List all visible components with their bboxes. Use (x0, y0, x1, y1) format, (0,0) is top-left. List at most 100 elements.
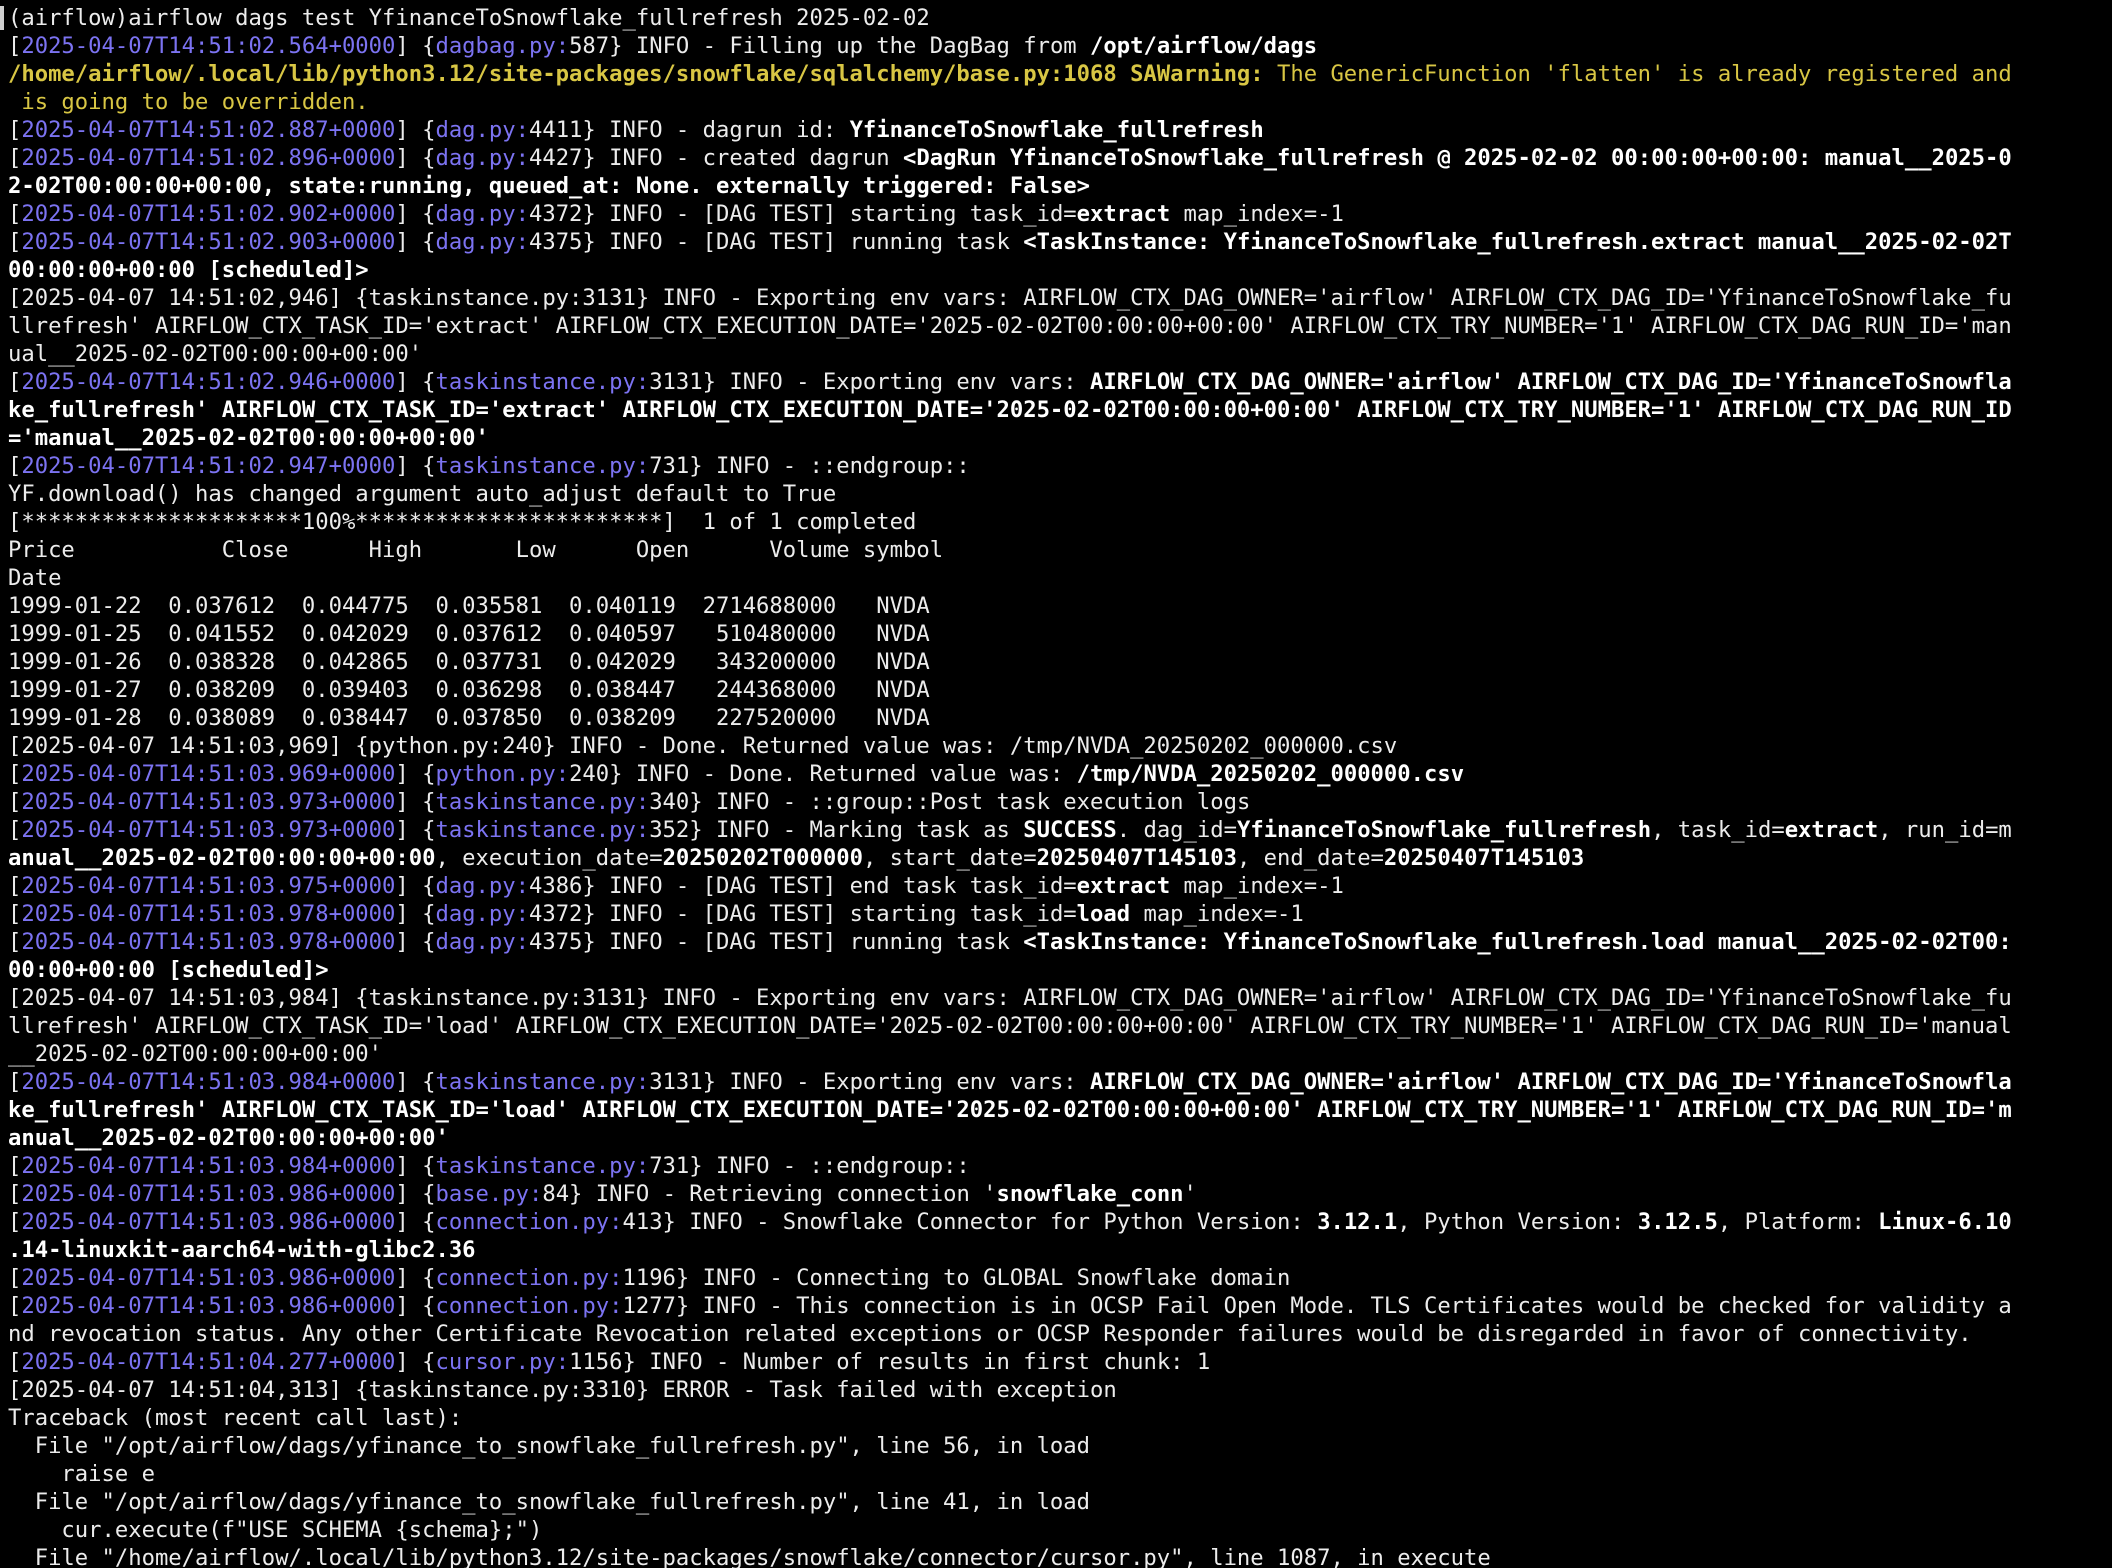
terminal-line: [2025-04-07T14:51:02.903+0000] {dag.py:4… (8, 228, 2112, 256)
terminal-line: [2025-04-07T14:51:03.984+0000] {taskinst… (8, 1068, 2112, 1096)
terminal-line: [2025-04-07T14:51:03.975+0000] {dag.py:4… (8, 872, 2112, 900)
bold-text: extract (1784, 817, 1879, 843)
bold-text: /opt/airflow/dags (1090, 33, 1318, 59)
log-source: dag.py: (435, 201, 529, 227)
plain-text: 3131} INFO - Exporting env vars: (649, 1069, 1091, 1095)
terminal-line: .14-linuxkit-aarch64-with-glibc2.36 (8, 1236, 2112, 1264)
warning-text: The GenericFunction 'flatten' is already… (1263, 61, 2012, 87)
bold-text: 20250407T145103 (1036, 845, 1237, 871)
plain-text: map_index=-1 (1170, 201, 1344, 227)
plain-text: ] { (395, 229, 436, 255)
bold-text: snowflake_conn (996, 1181, 1184, 1207)
bold-text: <TaskInstance: YfinanceToSnowflake_fullr… (1023, 929, 2012, 955)
log-source: dag.py: (435, 901, 529, 927)
plain-text: ] { (395, 201, 436, 227)
bold-text: AIRFLOW_CTX_DAG_OWNER='airflow' AIRFLOW_… (1090, 369, 2012, 395)
plain-text: File "/opt/airflow/dags/yfinance_to_snow… (8, 1489, 1090, 1515)
plain-text: Traceback (most recent call last): (8, 1405, 463, 1431)
plain-text: [ (8, 873, 22, 899)
plain-text: 1999-01-26 0.038328 0.042865 0.037731 0.… (8, 649, 930, 675)
plain-text: 4372} INFO - [DAG TEST] starting task_id… (528, 901, 1077, 927)
plain-text: , run_id=m (1878, 817, 2012, 843)
bold-text: extract (1076, 873, 1171, 899)
plain-text: 1196} INFO - Connecting to GLOBAL Snowfl… (622, 1265, 1291, 1291)
log-timestamp: 2025-04-07T14:51:03.978+0000 (21, 929, 396, 955)
terminal-line: File "/home/airflow/.local/lib/python3.1… (8, 1544, 2112, 1568)
bold-text: 00:00:00+00:00 [scheduled]> (8, 257, 369, 283)
log-timestamp: 2025-04-07T14:51:04.277+0000 (21, 1349, 396, 1375)
terminal-output: (airflow)airflow dags test YfinanceToSno… (8, 4, 2112, 1568)
plain-text: ] { (395, 1293, 436, 1319)
log-source: taskinstance.py: (435, 1153, 650, 1179)
terminal-line: ='manual__2025-02-02T00:00:00+00:00' (8, 424, 2112, 452)
terminal-window[interactable]: (airflow)airflow dags test YfinanceToSno… (0, 0, 2112, 1568)
terminal-line: [2025-04-07T14:51:02.887+0000] {dag.py:4… (8, 116, 2112, 144)
terminal-line: 00:00:00+00:00 [scheduled]> (8, 256, 2112, 284)
log-source: dag.py: (435, 929, 529, 955)
plain-text: [ (8, 201, 22, 227)
plain-text: llrefresh' AIRFLOW_CTX_TASK_ID='load' AI… (8, 1013, 2012, 1039)
bold-text: 00:00+00:00 [scheduled]> (8, 957, 329, 983)
log-timestamp: 2025-04-07T14:51:02.902+0000 (21, 201, 396, 227)
plain-text: 4375} INFO - [DAG TEST] running task (528, 229, 1024, 255)
plain-text: ] { (395, 369, 436, 395)
log-timestamp: 2025-04-07T14:51:03.973+0000 (21, 789, 396, 815)
plain-text: . dag_id= (1116, 817, 1237, 843)
log-source: taskinstance.py: (435, 1069, 650, 1095)
terminal-line: llrefresh' AIRFLOW_CTX_TASK_ID='load' AI… (8, 1012, 2112, 1040)
log-timestamp: 2025-04-07T14:51:03.986+0000 (21, 1181, 396, 1207)
plain-text: [ (8, 1293, 22, 1319)
plain-text: ] { (395, 117, 436, 143)
plain-text: ] { (395, 1209, 436, 1235)
plain-text: [2025-04-07 14:51:02,946] {taskinstance.… (8, 285, 2012, 311)
terminal-line: nd revocation status. Any other Certific… (8, 1320, 2112, 1348)
plain-text: [ (8, 789, 22, 815)
log-timestamp: 2025-04-07T14:51:03.978+0000 (21, 901, 396, 927)
log-timestamp: 2025-04-07T14:51:03.973+0000 (21, 817, 396, 843)
plain-text: map_index=-1 (1170, 873, 1344, 899)
plain-text: [2025-04-07 14:51:03,984] {taskinstance.… (8, 985, 2012, 1011)
plain-text: 1999-01-22 0.037612 0.044775 0.035581 0.… (8, 593, 930, 619)
log-timestamp: 2025-04-07T14:51:02.887+0000 (21, 117, 396, 143)
plain-text: ' (1183, 1181, 1197, 1207)
terminal-line: cur.execute(f"USE SCHEMA {schema};") (8, 1516, 2112, 1544)
bold-text: anual__2025-02-02T00:00:00+00:00 (8, 845, 436, 871)
plain-text: 587} INFO - Filling up the DagBag from (569, 33, 1091, 59)
plain-text: ] { (395, 1069, 436, 1095)
plain-text: [ (8, 1069, 22, 1095)
terminal-line: [2025-04-07T14:51:03.986+0000] {connecti… (8, 1292, 2112, 1320)
bold-text: AIRFLOW_CTX_DAG_OWNER='airflow' AIRFLOW_… (1090, 1069, 2012, 1095)
plain-text: , execution_date= (435, 845, 663, 871)
log-source: dag.py: (435, 229, 529, 255)
terminal-line: 1999-01-22 0.037612 0.044775 0.035581 0.… (8, 592, 2112, 620)
terminal-line: 00:00+00:00 [scheduled]> (8, 956, 2112, 984)
plain-text: 1999-01-27 0.038209 0.039403 0.036298 0.… (8, 677, 930, 703)
bold-text: .14-linuxkit-aarch64-with-glibc2.36 (8, 1237, 476, 1263)
log-timestamp: 2025-04-07T14:51:02.896+0000 (21, 145, 396, 171)
terminal-line: 1999-01-25 0.041552 0.042029 0.037612 0.… (8, 620, 2112, 648)
terminal-line: 1999-01-28 0.038089 0.038447 0.037850 0.… (8, 704, 2112, 732)
terminal-line: File "/opt/airflow/dags/yfinance_to_snow… (8, 1488, 2112, 1516)
bold-text: 20250202T000000 (662, 845, 863, 871)
plain-text: [ (8, 229, 22, 255)
terminal-line: /home/airflow/.local/lib/python3.12/site… (8, 60, 2112, 88)
plain-text: [ (8, 1349, 22, 1375)
terminal-line: [2025-04-07 14:51:04,313] {taskinstance.… (8, 1376, 2112, 1404)
log-source: cursor.py: (435, 1349, 570, 1375)
bold-text: ke_fullrefresh' AIRFLOW_CTX_TASK_ID='loa… (8, 1097, 2012, 1123)
bold-text: SUCCESS (1023, 817, 1117, 843)
plain-text: [ (8, 33, 22, 59)
plain-text: Date (8, 565, 62, 591)
plain-text: [*********************100%**************… (8, 509, 917, 535)
terminal-line: (airflow)airflow dags test YfinanceToSno… (8, 4, 2112, 32)
plain-text: [2025-04-07 14:51:03,969] {python.py:240… (8, 733, 1398, 759)
log-source: python.py: (435, 761, 570, 787)
plain-text: ual__2025-02-02T00:00:00+00:00' (8, 341, 423, 367)
bold-text: extract (1076, 201, 1171, 227)
bold-text: <TaskInstance: YfinanceToSnowflake_fullr… (1023, 229, 2012, 255)
terminal-line: [2025-04-07T14:51:02.896+0000] {dag.py:4… (8, 144, 2112, 172)
plain-text: map_index=-1 (1130, 901, 1304, 927)
terminal-line: __2025-02-02T00:00:00+00:00' (8, 1040, 2112, 1068)
plain-text: 4411} INFO - dagrun id: (528, 117, 850, 143)
log-source: dagbag.py: (435, 33, 570, 59)
